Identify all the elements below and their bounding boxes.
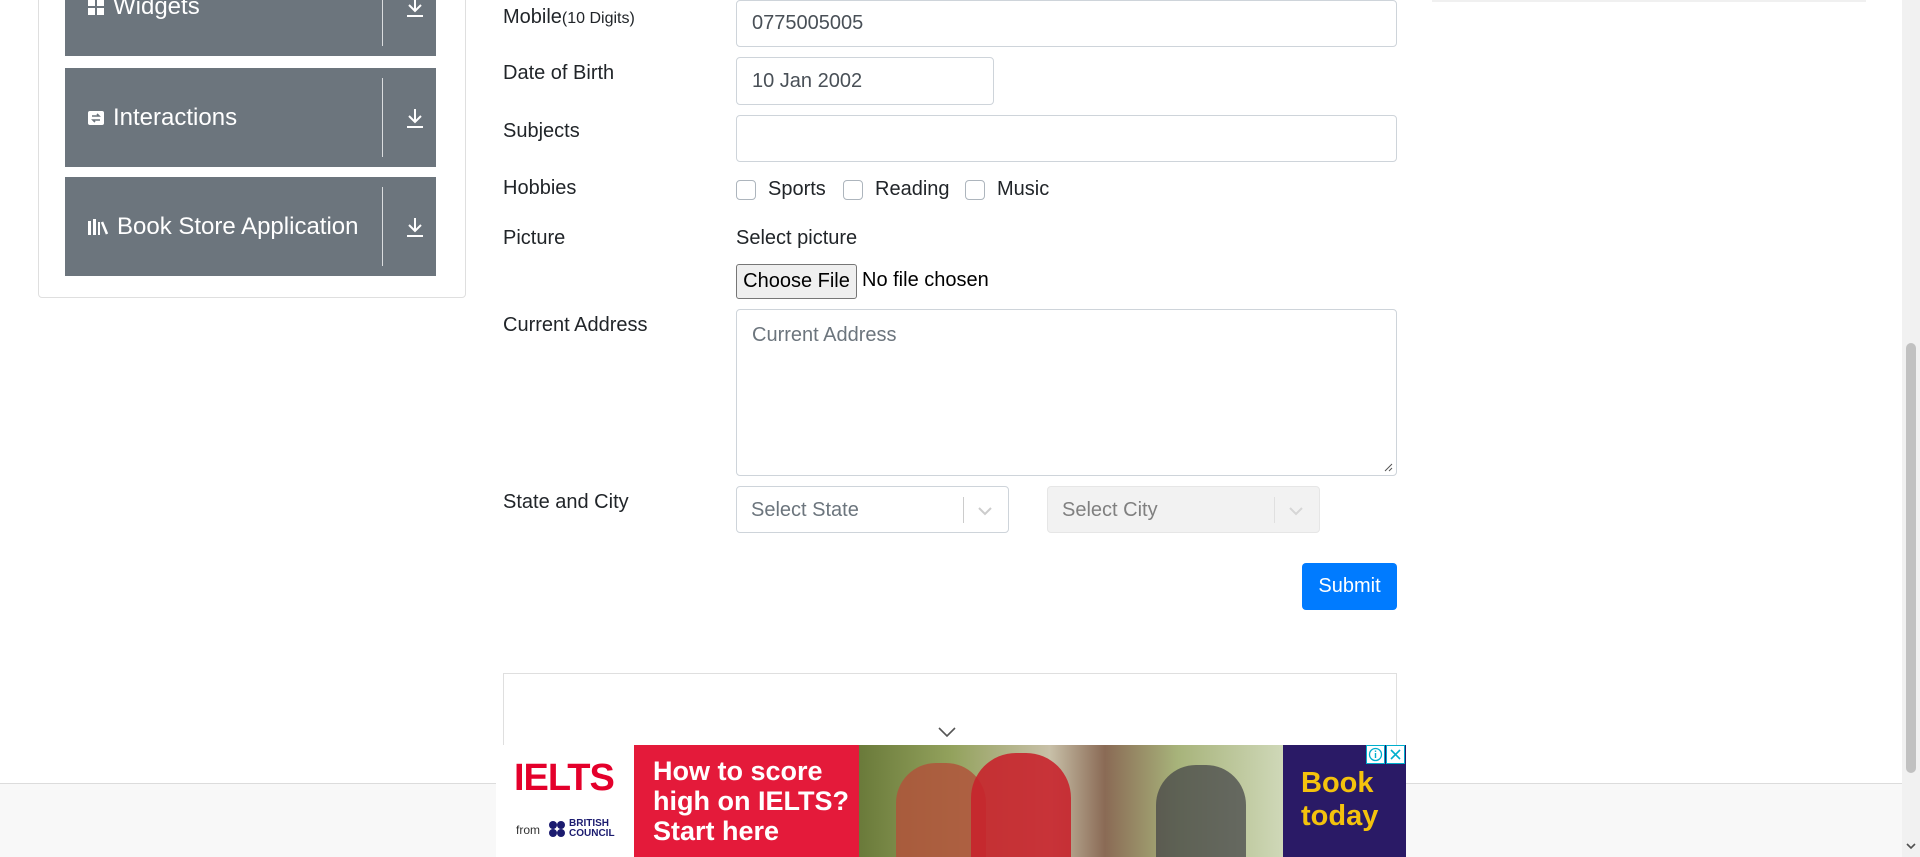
download-icon[interactable]	[395, 177, 435, 276]
interactions-icon	[88, 110, 104, 125]
choose-file-button[interactable]: Choose File	[736, 264, 857, 299]
checkbox-box[interactable]	[736, 179, 756, 200]
sidebar-item-label: Book Store Application	[117, 212, 359, 240]
ad-banner[interactable]: IELTS from BRITISH COUNCIL How to score …	[496, 745, 1406, 857]
hobbies-label: Hobbies	[503, 177, 577, 199]
mobile-hint: (10 Digits)	[561, 10, 635, 27]
scrollbar-thumb[interactable]	[1906, 343, 1916, 773]
file-status: No file chosen	[862, 269, 989, 291]
dob-input[interactable]: 10 Jan 2002	[736, 57, 994, 105]
sidebar-group-interactions[interactable]: Interactions	[65, 68, 436, 167]
sidebar-item-label: Interactions	[113, 103, 238, 131]
hobby-music-label[interactable]: Music	[997, 178, 1049, 201]
ad-headline: How to score high on IELTS? Start here	[653, 756, 849, 846]
select-separator	[1274, 497, 1275, 523]
download-icon[interactable]	[395, 0, 435, 56]
ad-from-text: from	[516, 823, 540, 837]
ad-close-icon[interactable]	[1386, 745, 1405, 764]
divider	[382, 0, 383, 46]
widgets-icon	[88, 0, 104, 15]
ad-cta-text[interactable]: Book today	[1301, 767, 1401, 833]
hobby-music-checkbox[interactable]: Music	[965, 178, 1049, 201]
subjects-label: Subjects	[503, 120, 580, 142]
state-select[interactable]: Select State	[736, 486, 1009, 533]
mobile-input[interactable]: 0775005005	[736, 0, 1397, 47]
ad-brand-panel: IELTS from BRITISH COUNCIL	[496, 745, 634, 857]
book-store-icon	[88, 218, 109, 235]
page: Widgets Interactions Book Store Applicat…	[0, 0, 1920, 857]
ad-info-icon[interactable]	[1366, 745, 1385, 764]
state-city-label: State and City	[503, 491, 629, 513]
mobile-label: Mobile(10 Digits)	[503, 6, 635, 29]
ad-headline-panel: How to score high on IELTS? Start here	[634, 745, 859, 857]
city-placeholder: Select City	[1062, 499, 1158, 521]
ad-photo-person	[971, 753, 1071, 857]
sidebar-group-widgets[interactable]: Widgets	[65, 0, 436, 56]
mobile-value: 0775005005	[752, 12, 864, 34]
current-address-textarea[interactable]: Current Address	[736, 309, 1397, 476]
download-icon[interactable]	[395, 68, 435, 167]
hobby-reading-label[interactable]: Reading	[875, 178, 950, 201]
british-council-logo-icon	[549, 821, 565, 837]
chevron-down-icon[interactable]	[936, 725, 958, 739]
current-address-placeholder: Current Address	[752, 324, 897, 346]
state-placeholder: Select State	[751, 499, 859, 521]
ad-photo	[859, 745, 1283, 857]
hobby-reading-checkbox[interactable]: Reading	[843, 178, 950, 201]
ad-brand-logo: IELTS	[514, 757, 615, 799]
checkbox-box[interactable]	[965, 179, 985, 200]
submit-button[interactable]: Submit	[1302, 563, 1397, 610]
result-panel	[503, 673, 1397, 753]
ad-partner-text: BRITISH COUNCIL	[569, 818, 615, 839]
select-separator	[963, 497, 964, 523]
current-address-label: Current Address	[503, 314, 648, 336]
select-picture-label: Select picture	[736, 227, 858, 249]
resize-handle-icon[interactable]	[1383, 462, 1393, 472]
sidebar-item-label: Widgets	[113, 0, 200, 20]
subjects-input[interactable]	[736, 115, 1397, 162]
mobile-label-text: Mobile	[503, 6, 562, 28]
picture-label: Picture	[503, 227, 566, 249]
sidebar-group-book-store[interactable]: Book Store Application	[65, 177, 436, 276]
chevron-down-icon[interactable]	[973, 499, 997, 523]
ad-photo-person	[1156, 765, 1246, 857]
hobby-sports-label[interactable]: Sports	[768, 178, 826, 201]
checkbox-box[interactable]	[843, 179, 863, 200]
scroll-down-arrow-icon[interactable]	[1905, 840, 1917, 852]
dob-label: Date of Birth	[503, 62, 615, 84]
divider	[382, 187, 383, 266]
hobby-sports-checkbox[interactable]: Sports	[736, 178, 826, 201]
chevron-down-icon[interactable]	[1284, 499, 1308, 523]
dob-value: 10 Jan 2002	[752, 69, 863, 92]
right-panel-edge	[1432, 0, 1866, 2]
divider	[382, 78, 383, 157]
city-select[interactable]: Select City	[1047, 486, 1320, 533]
